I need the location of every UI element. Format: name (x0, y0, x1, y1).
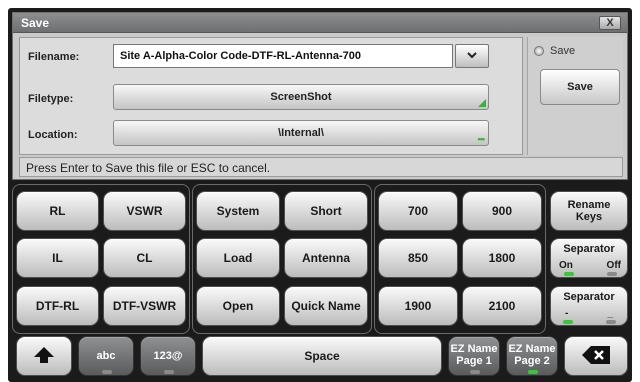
save-dialog: Save X Filename: Site A-Alpha-Color Code… (12, 12, 628, 180)
key-rl[interactable]: RL (16, 191, 99, 231)
key-quick-name[interactable]: Quick Name (284, 286, 368, 326)
location-label: Location: (28, 129, 78, 141)
location-value: \Internal\ (278, 127, 324, 139)
separator-underscore-label: _ (607, 308, 613, 319)
chevron-down-icon (467, 50, 477, 62)
key-900[interactable]: 900 (462, 191, 542, 231)
save-button[interactable]: Save (540, 69, 620, 105)
field-panel: Filename: Site A-Alpha-Color Code-DTF-RL… (19, 37, 523, 155)
save-panel: Save Save (527, 37, 623, 155)
key-cl[interactable]: CL (103, 238, 186, 278)
ez-page2-line1: EZ Name (508, 343, 556, 355)
filename-field[interactable]: Site A-Alpha-Color Code-DTF-RL-Antenna-7… (113, 44, 453, 68)
filetype-label: Filetype: (28, 93, 74, 105)
key-850[interactable]: 850 (378, 238, 458, 278)
separator-off-label: Off (606, 260, 621, 271)
key-1900[interactable]: 1900 (378, 286, 458, 326)
key-700[interactable]: 700 (378, 191, 458, 231)
key-open[interactable]: Open (196, 286, 280, 326)
key-short[interactable]: Short (284, 191, 368, 231)
ez-page2-line2: Page 2 (514, 355, 550, 367)
dialog-titlebar: Save X (13, 13, 627, 33)
separator-dash-led (563, 320, 573, 324)
ez-page1-line2: Page 1 (456, 355, 492, 367)
ez-name-page-2-button[interactable]: EZ Name Page 2 (506, 336, 558, 376)
abc-led (102, 370, 112, 374)
separator-on-led (564, 272, 574, 276)
key-vswr[interactable]: VSWR (103, 191, 186, 231)
filename-dropdown-button[interactable] (455, 44, 489, 68)
separator-char-button[interactable]: Separator - _ (550, 286, 628, 326)
dialog-title: Save (21, 16, 50, 30)
key-load[interactable]: Load (196, 238, 280, 278)
corner-indicator-icon (478, 99, 486, 107)
numeric-label: 123@ (153, 350, 183, 362)
key-dtf-rl[interactable]: DTF-RL (16, 286, 99, 326)
rename-keys-label: Rename Keys (567, 199, 611, 223)
key-system[interactable]: System (196, 191, 280, 231)
separator-char-title: Separator (563, 291, 615, 303)
close-button[interactable]: X (599, 16, 621, 30)
numeric-button[interactable]: 123@ (140, 336, 196, 376)
rename-keys-button[interactable]: Rename Keys (550, 191, 628, 231)
location-button[interactable]: \Internal\ ••• (113, 120, 489, 146)
separator-toggle-button[interactable]: Separator On Off (550, 238, 628, 278)
numeric-led (164, 370, 174, 374)
filename-label: Filename: (28, 51, 80, 63)
save-radio[interactable] (534, 46, 544, 56)
key-dtf-vswr[interactable]: DTF-VSWR (103, 286, 186, 326)
backspace-icon (581, 345, 611, 368)
ez-page1-line1: EZ Name (450, 343, 498, 355)
key-1800[interactable]: 1800 (462, 238, 542, 278)
filetype-value: ScreenShot (270, 91, 332, 103)
separator-dash-label: - (565, 308, 569, 319)
separator-on-label: On (559, 260, 573, 271)
shift-up-arrow-icon (33, 346, 55, 367)
ez-page2-led (528, 370, 538, 374)
filetype-button[interactable]: ScreenShot (113, 84, 489, 110)
ez-name-page-1-button[interactable]: EZ Name Page 1 (448, 336, 500, 376)
separator-underscore-led (606, 320, 616, 324)
key-2100[interactable]: 2100 (462, 286, 542, 326)
shift-button[interactable] (16, 336, 72, 376)
status-bar: Press Enter to Save this file or ESC to … (19, 157, 623, 177)
separator-off-led (607, 272, 617, 276)
key-antenna[interactable]: Antenna (284, 238, 368, 278)
space-button[interactable]: Space (202, 336, 442, 376)
separator-toggle-title: Separator (563, 243, 615, 255)
ez-page1-led (470, 370, 480, 374)
key-il[interactable]: IL (16, 238, 99, 278)
screen: Save X Filename: Site A-Alpha-Color Code… (8, 8, 632, 382)
more-dots-icon: ••• (477, 134, 486, 144)
space-label: Space (304, 349, 340, 363)
abc-button[interactable]: abc (78, 336, 134, 376)
save-radio-label: Save (550, 45, 576, 57)
backspace-button[interactable] (564, 336, 628, 376)
abc-label: abc (96, 350, 116, 362)
